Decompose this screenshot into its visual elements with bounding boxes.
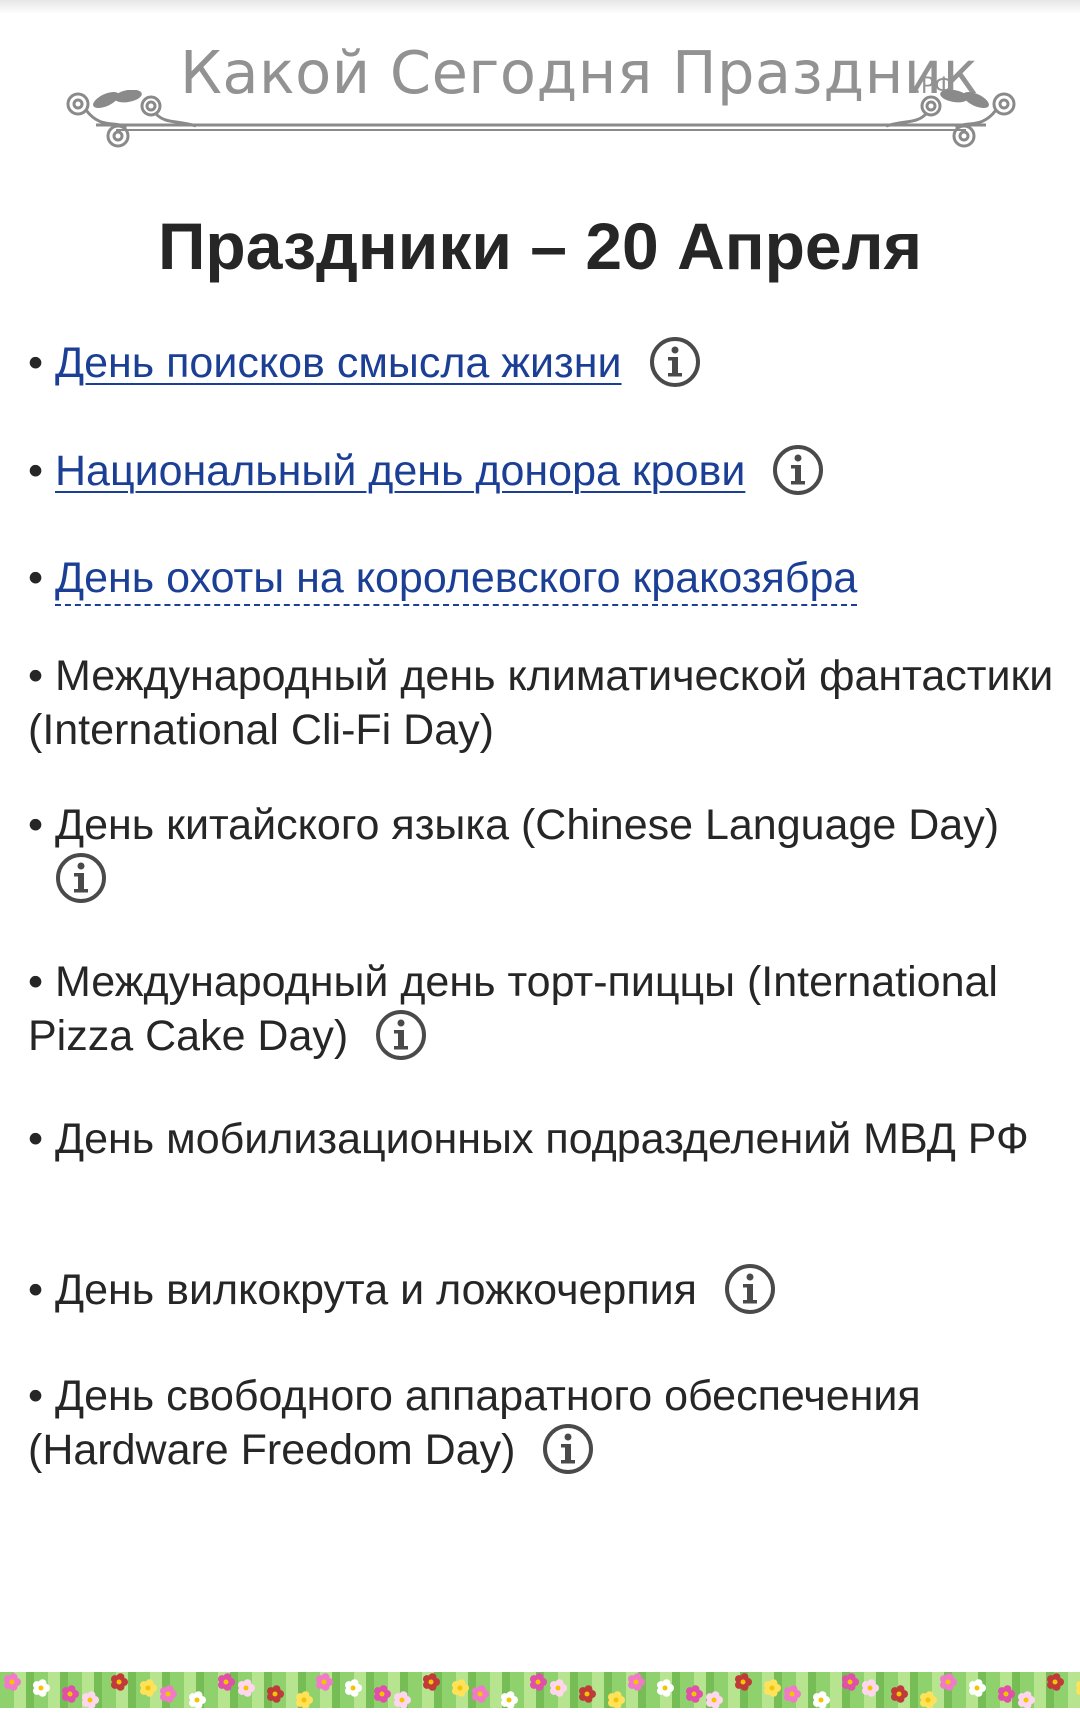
holiday-item: • День вилкокрута и ложкочерпия [28,1263,1058,1317]
flower-border-icon [4,1673,1080,1708]
flower-center [506,1697,512,1703]
list-bullet: • [28,554,44,602]
flower-center [243,1685,249,1691]
flower-center [321,1679,327,1685]
flower-center [769,1685,775,1691]
holiday-text: Международный день торт-пиццы (Internati… [28,958,998,1060]
holiday-text: День вилкокрута и ложкочерпия [55,1266,697,1314]
flower-center [711,1697,717,1703]
flower-center [350,1685,356,1691]
flower-center [457,1685,463,1691]
list-bullet: • [28,447,44,495]
info-circle-icon[interactable] [374,1008,428,1062]
list-bullet: • [28,801,44,849]
flower-center [477,1691,483,1697]
flower-center [818,1697,824,1703]
flower-center [379,1691,385,1697]
holiday-item: • День свободного аппаратного обеспечения… [28,1369,1058,1477]
flower-center [1023,1697,1029,1703]
list-bullet: • [28,1372,44,1420]
flower-center [272,1691,278,1697]
list-bullet: • [28,958,44,1006]
flower-center [194,1697,200,1703]
holiday-text: День свободного аппаратного обеспечения … [28,1372,921,1474]
site-logo[interactable]: Какой Сегодня Праздник .РФ [56,30,1026,170]
flower-center [896,1691,902,1697]
list-bullet: • [28,652,44,700]
holiday-link[interactable]: Национальный день донора крови [55,447,745,495]
flower-center [633,1679,639,1685]
flower-center [223,1679,229,1685]
flower-center [67,1691,73,1697]
flower-border [0,1672,1080,1708]
holiday-item: • День поисков смысла жизни [28,336,1058,390]
list-bullet: • [28,339,44,387]
page-title: Праздники – 20 Апреля [157,209,923,283]
flower-center [87,1697,93,1703]
info-circle-icon[interactable] [54,851,108,905]
flower-center [974,1685,980,1691]
flower-center [9,1679,15,1685]
flower-center [740,1679,746,1685]
flower-center [789,1691,795,1697]
info-circle-icon[interactable] [648,335,702,389]
list-bullet: • [28,1266,44,1314]
flower-center [847,1679,853,1685]
holiday-item: • День мобилизационных подразделений МВД … [28,1112,1058,1166]
flower-center [945,1679,951,1685]
flower-center [301,1697,307,1703]
info-circle-icon[interactable] [771,443,825,497]
flower-center [116,1679,122,1685]
flower-center [867,1685,873,1691]
flower-center [1052,1679,1058,1685]
flower-center [691,1691,697,1697]
flower-center [165,1691,171,1697]
flower-center [925,1697,931,1703]
holiday-link[interactable]: День поисков смысла жизни [55,339,622,387]
holiday-item: • Международный день торт-пиццы (Internat… [28,955,1058,1063]
holiday-link[interactable]: День охоты на королевского кракозябра [55,554,858,606]
info-circle-icon[interactable] [723,1262,777,1316]
flower-petal [1076,1681,1080,1690]
top-shadow [0,0,1080,14]
flower-center [1003,1691,1009,1697]
holiday-item: • Международный день климатической фантас… [28,649,1058,757]
holiday-item: • День охоты на королевского кракозябра [28,551,1058,606]
info-circle-icon[interactable] [541,1422,595,1476]
flower-center [145,1685,151,1691]
list-bullet: • [28,1115,44,1163]
flower-center [584,1691,590,1697]
flower-center [662,1685,668,1691]
holiday-text: День мобилизационных подразделений МВД Р… [55,1115,1029,1163]
holiday-text: День китайского языка (Chinese Language … [55,801,1000,849]
holiday-item: • Национальный день донора крови [28,444,1058,498]
leaf-scroll-ornament-icon [66,90,1016,148]
flower-center [613,1697,619,1703]
holiday-text: Международный день климатической фантаст… [28,652,1054,754]
flower-center [555,1685,561,1691]
holiday-item: • День китайского языка (Chinese Language… [28,798,1058,906]
flower-center [38,1685,44,1691]
flower-center [399,1697,405,1703]
flower-center [535,1679,541,1685]
flower-center [428,1679,434,1685]
